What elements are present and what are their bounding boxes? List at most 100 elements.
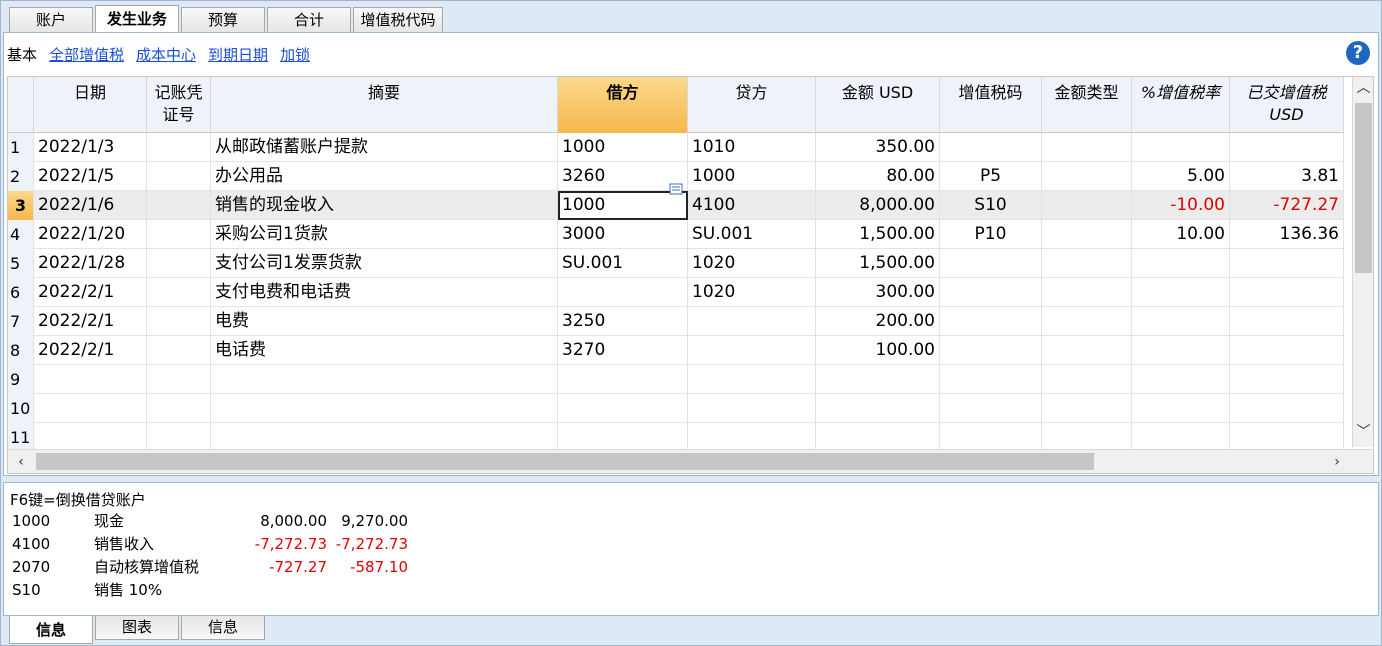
credit-cell[interactable] (688, 394, 816, 423)
credit-cell[interactable]: 4100 (688, 191, 816, 220)
amount-type-cell[interactable] (1042, 220, 1132, 249)
table-row[interactable]: 10 (8, 394, 1344, 423)
debit-cell[interactable] (558, 365, 688, 394)
date-cell[interactable]: 2022/2/1 (34, 336, 147, 365)
column-header-5[interactable]: 贷方 (688, 77, 816, 133)
view-due-date[interactable]: 到期日期 (208, 44, 268, 65)
amount-type-cell[interactable] (1042, 278, 1132, 307)
vat-usd-cell[interactable] (1230, 278, 1344, 307)
table-row[interactable]: 7 2022/2/1 电费 3250 200.00 (8, 307, 1344, 336)
doc-cell[interactable] (147, 423, 211, 452)
table-row[interactable]: 3 2022/1/6 销售的现金收入 1000 4100 8,000.00 S10 -10.0… (8, 191, 1344, 220)
vat-code-cell[interactable] (940, 336, 1042, 365)
vat-code-cell[interactable] (940, 249, 1042, 278)
doc-cell[interactable] (147, 191, 211, 220)
vat-usd-cell[interactable]: -727.27 (1230, 191, 1344, 220)
description-cell[interactable]: 办公用品 (211, 162, 558, 191)
view-base[interactable]: 基本 (7, 44, 37, 65)
date-cell[interactable]: 2022/2/1 (34, 307, 147, 336)
column-header-10[interactable]: 已交增值税USD (1230, 77, 1344, 133)
vat-rate-cell[interactable] (1132, 133, 1230, 162)
credit-cell[interactable]: 1010 (688, 133, 816, 162)
column-header-9[interactable]: %增值税率 (1132, 77, 1230, 133)
vat-code-cell[interactable] (940, 423, 1042, 452)
vat-usd-cell[interactable] (1230, 307, 1344, 336)
description-cell[interactable] (211, 423, 558, 452)
table-row[interactable]: 4 2022/1/20 采购公司1货款 3000 SU.001 1,500.00 P10 10… (8, 220, 1344, 249)
tab-vat-codes[interactable]: 增值税代码 (353, 7, 443, 32)
doc-cell[interactable] (147, 307, 211, 336)
horizontal-scrollbar[interactable]: ‹ › (8, 449, 1373, 473)
column-header-7[interactable]: 增值税码 (940, 77, 1042, 133)
table-row[interactable]: 9 (8, 365, 1344, 394)
doc-cell[interactable] (147, 278, 211, 307)
column-header-6[interactable]: 金额 USD (816, 77, 940, 133)
amount-cell[interactable]: 80.00 (816, 162, 940, 191)
tab-budget[interactable]: 预算 (181, 7, 265, 32)
doc-cell[interactable] (147, 133, 211, 162)
tab-info-2[interactable]: 信息 (181, 616, 265, 640)
amount-type-cell[interactable] (1042, 162, 1132, 191)
cell-edit-icon[interactable] (669, 183, 683, 195)
vat-code-cell[interactable] (940, 307, 1042, 336)
amount-cell[interactable]: 1,500.00 (816, 220, 940, 249)
credit-cell[interactable] (688, 423, 816, 452)
debit-cell[interactable]: 1000 (558, 133, 688, 162)
amount-cell[interactable]: 350.00 (816, 133, 940, 162)
vat-usd-cell[interactable] (1230, 423, 1344, 452)
vat-rate-cell[interactable] (1132, 336, 1230, 365)
description-cell[interactable]: 销售的现金收入 (211, 191, 558, 220)
table-row[interactable]: 1 2022/1/3 从邮政储蓄账户提款 1000 1010 350.00 (8, 133, 1344, 162)
help-icon[interactable]: ? (1346, 41, 1370, 65)
vat-rate-cell[interactable]: 10.00 (1132, 220, 1230, 249)
debit-cell[interactable]: SU.001 (558, 249, 688, 278)
date-cell[interactable]: 2022/1/6 (34, 191, 147, 220)
doc-cell[interactable] (147, 336, 211, 365)
debit-cell[interactable]: 3250 (558, 307, 688, 336)
credit-cell[interactable]: 1020 (688, 278, 816, 307)
description-cell[interactable]: 电费 (211, 307, 558, 336)
scroll-left-icon[interactable]: ‹ (10, 450, 32, 473)
doc-cell[interactable] (147, 249, 211, 278)
header-corner[interactable] (8, 77, 34, 133)
amount-type-cell[interactable] (1042, 423, 1132, 452)
vat-code-cell[interactable] (940, 365, 1042, 394)
date-cell[interactable] (34, 394, 147, 423)
vat-rate-cell[interactable] (1132, 307, 1230, 336)
amount-cell[interactable]: 1,500.00 (816, 249, 940, 278)
vat-code-cell[interactable]: S10 (940, 191, 1042, 220)
amount-cell[interactable]: 200.00 (816, 307, 940, 336)
description-cell[interactable]: 采购公司1货款 (211, 220, 558, 249)
description-cell[interactable] (211, 394, 558, 423)
debit-cell[interactable]: 1000 (558, 191, 688, 220)
column-header-4[interactable]: 借方 (558, 77, 688, 133)
amount-type-cell[interactable] (1042, 365, 1132, 394)
debit-cell[interactable]: 3270 (558, 336, 688, 365)
vat-code-cell[interactable]: P5 (940, 162, 1042, 191)
scroll-right-icon[interactable]: › (1326, 450, 1348, 473)
tab-charts[interactable]: 图表 (95, 616, 179, 640)
column-header-1[interactable]: 日期 (34, 77, 147, 133)
vertical-scroll-thumb[interactable] (1355, 103, 1372, 273)
credit-cell[interactable]: 1000 (688, 162, 816, 191)
credit-cell[interactable] (688, 336, 816, 365)
vat-rate-cell[interactable] (1132, 394, 1230, 423)
debit-cell[interactable]: 3000 (558, 220, 688, 249)
date-cell[interactable]: 2022/1/28 (34, 249, 147, 278)
tab-totals[interactable]: 合计 (267, 7, 351, 32)
scroll-down-icon[interactable]: ﹀ (1353, 421, 1373, 443)
amount-type-cell[interactable] (1042, 133, 1132, 162)
doc-cell[interactable] (147, 365, 211, 394)
amount-type-cell[interactable] (1042, 249, 1132, 278)
credit-cell[interactable] (688, 365, 816, 394)
credit-cell[interactable]: 1020 (688, 249, 816, 278)
doc-cell[interactable] (147, 394, 211, 423)
vat-rate-cell[interactable]: 5.00 (1132, 162, 1230, 191)
vertical-scrollbar[interactable]: ︿ ﹀ (1352, 77, 1373, 447)
horizontal-scroll-thumb[interactable] (36, 453, 1094, 470)
description-cell[interactable]: 支付电费和电话费 (211, 278, 558, 307)
credit-cell[interactable] (688, 307, 816, 336)
credit-cell[interactable]: SU.001 (688, 220, 816, 249)
vat-code-cell[interactable] (940, 133, 1042, 162)
debit-cell[interactable] (558, 423, 688, 452)
